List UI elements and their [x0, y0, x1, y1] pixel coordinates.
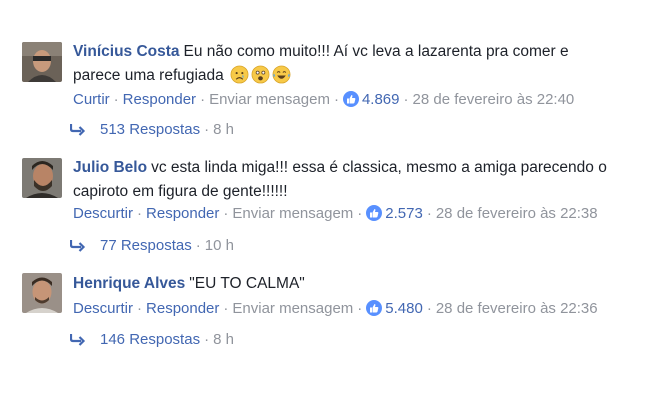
separator: ·: [223, 205, 229, 222]
send-message-button[interactable]: Enviar mensagem: [232, 205, 353, 222]
send-message-button[interactable]: Enviar mensagem: [209, 91, 330, 108]
separator: ·: [333, 91, 339, 108]
separator: ·: [357, 205, 363, 222]
replies-row: 146 Respostas · 8 h: [70, 330, 234, 350]
comment-text: Julio Belo vc esta linda miga!!! essa é c…: [73, 156, 633, 204]
avatar[interactable]: [22, 158, 62, 198]
reply-arrow-icon: [70, 124, 86, 136]
thumbs-up-icon: [342, 91, 359, 107]
view-replies-link[interactable]: 77 Respostas: [100, 237, 192, 254]
like-button[interactable]: Curtir: [73, 91, 110, 108]
comment-text-line: capiroto em figura de gente!!!!!!: [73, 183, 288, 200]
separator: ·: [137, 300, 143, 317]
comment-actions: Descurtir · Responder · Enviar mensagem · 2.57…: [73, 204, 598, 224]
author-name[interactable]: Henrique Alves: [73, 275, 185, 292]
separator: ·: [204, 121, 210, 138]
separator: ·: [195, 237, 201, 254]
unlike-button[interactable]: Descurtir: [73, 300, 133, 317]
timestamp[interactable]: 28 de fevereiro às 22:38: [436, 205, 598, 222]
thumbs-up-icon: [366, 300, 383, 316]
tears-of-joy-icon: [272, 65, 291, 84]
separator: ·: [357, 300, 363, 317]
replies-age: 8 h: [213, 331, 234, 348]
reply-arrow-icon: [70, 240, 86, 252]
comment-text: Vinícius Costa Eu não como muito!!! Aí vc…: [73, 40, 633, 88]
like-count[interactable]: 4.869: [362, 91, 400, 108]
replies-row: 513 Respostas · 8 h: [70, 120, 234, 140]
like-count[interactable]: 2.573: [385, 205, 423, 222]
thumbs-up-icon: [366, 205, 383, 221]
avatar[interactable]: [22, 42, 62, 82]
like-count[interactable]: 5.480: [385, 300, 423, 317]
replies-row: 77 Respostas · 10 h: [70, 236, 234, 256]
reply-arrow-icon: [70, 334, 86, 346]
separator: ·: [426, 205, 432, 222]
comment-text-line: parece uma refugiada: [73, 67, 224, 84]
crying-face-icon: [230, 65, 249, 84]
author-name[interactable]: Vinícius Costa: [73, 43, 180, 60]
view-replies-link[interactable]: 146 Respostas: [100, 331, 200, 348]
comment-actions: Curtir · Responder · Enviar mensagem · 4.869 · 2…: [73, 90, 574, 110]
avatar[interactable]: [22, 273, 62, 313]
comment-actions: Descurtir · Responder · Enviar mensagem · 5.48…: [73, 299, 598, 319]
comment-text-line: "EU TO CALMA": [189, 275, 305, 292]
reply-button[interactable]: Responder: [146, 300, 219, 317]
replies-age: 10 h: [204, 237, 234, 254]
timestamp[interactable]: 28 de fevereiro às 22:36: [436, 300, 598, 317]
view-replies-link[interactable]: 513 Respostas: [100, 121, 200, 138]
replies-age: 8 h: [213, 121, 234, 138]
separator: ·: [137, 205, 143, 222]
comment-text: Henrique Alves "EU TO CALMA": [73, 272, 633, 296]
author-name[interactable]: Julio Belo: [73, 159, 147, 176]
separator: ·: [200, 91, 206, 108]
separator: ·: [223, 300, 229, 317]
reply-button[interactable]: Responder: [123, 91, 196, 108]
separator: ·: [113, 91, 119, 108]
separator: ·: [204, 331, 210, 348]
separator: ·: [403, 91, 409, 108]
separator: ·: [426, 300, 432, 317]
unlike-button[interactable]: Descurtir: [73, 205, 133, 222]
send-message-button[interactable]: Enviar mensagem: [232, 300, 353, 317]
fearful-face-icon: [251, 65, 270, 84]
timestamp[interactable]: 28 de fevereiro às 22:40: [413, 91, 575, 108]
comment-text-line: vc esta linda miga!!! essa é classica, m…: [151, 159, 607, 176]
reply-button[interactable]: Responder: [146, 205, 219, 222]
comment-text-line: Eu não como muito!!! Aí vc leva a lazare…: [183, 43, 569, 60]
